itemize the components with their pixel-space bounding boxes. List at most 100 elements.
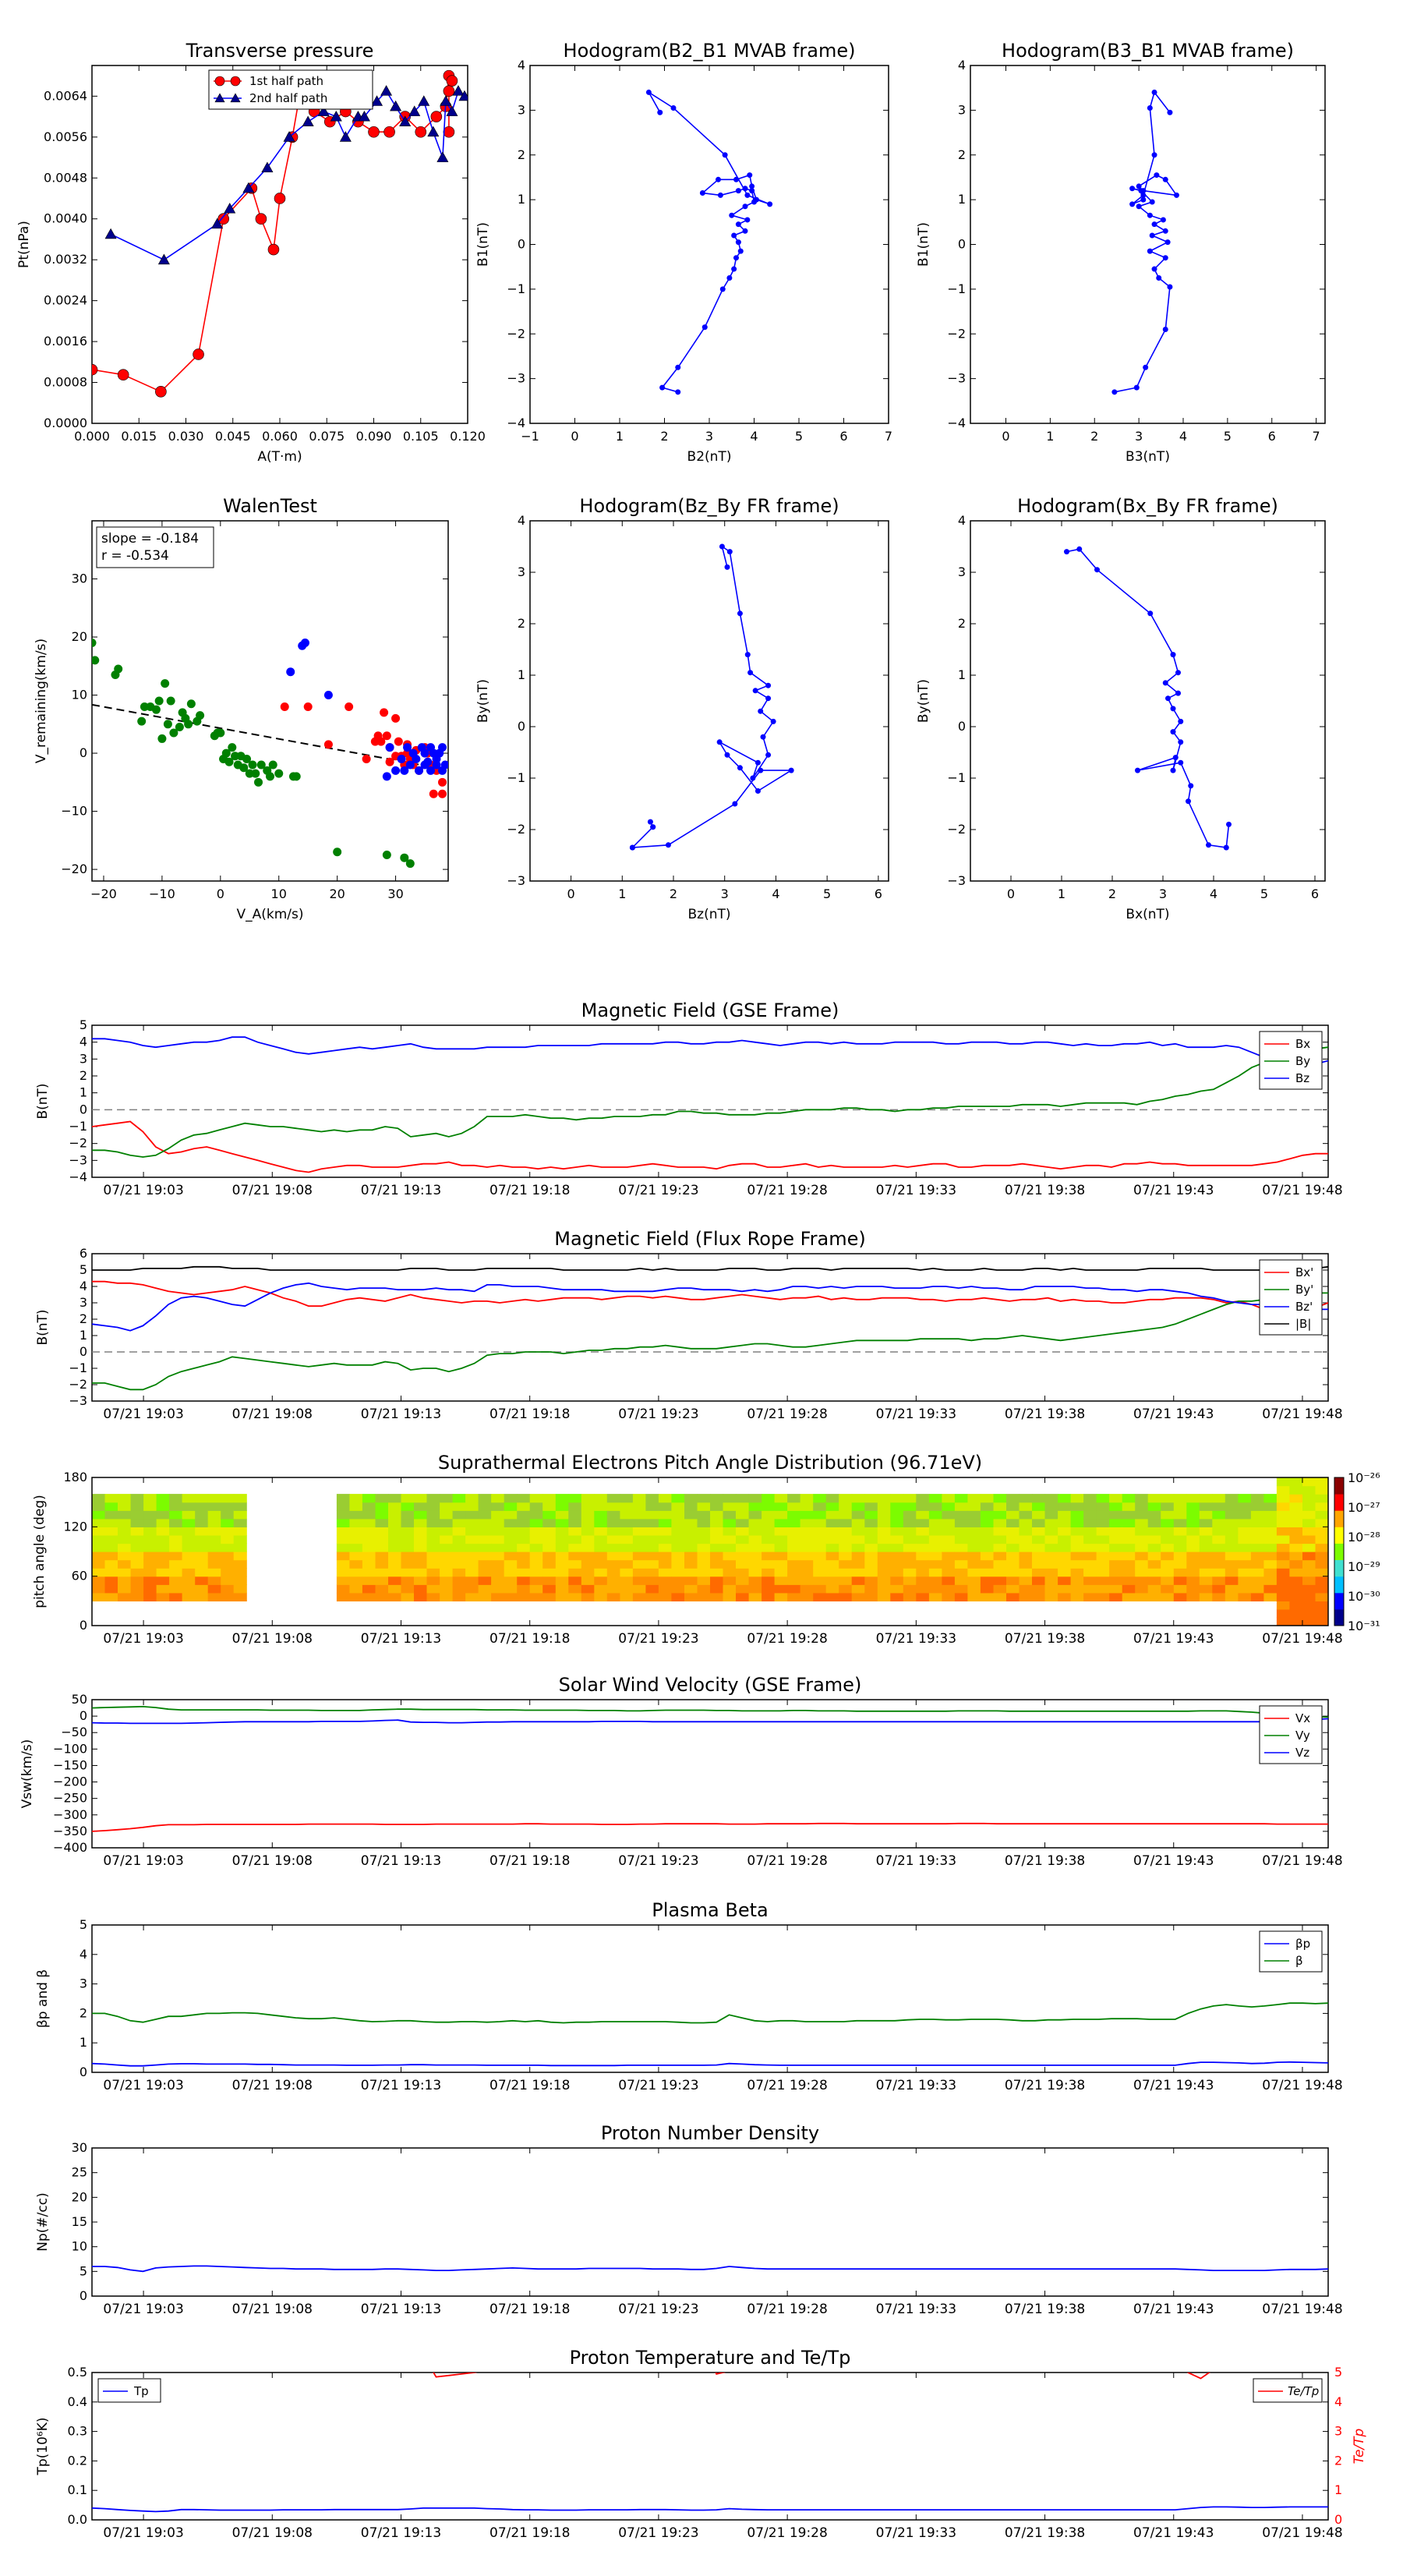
heatmap-cell	[221, 1552, 235, 1561]
heatmap-cell	[182, 1559, 196, 1569]
heatmap-cell	[800, 1527, 814, 1536]
heatmap-cell	[787, 1527, 801, 1536]
ytick-label: −1	[69, 1361, 87, 1375]
data-point	[1151, 221, 1157, 228]
time-tick-label: 07/21 19:18	[489, 1853, 570, 1869]
heatmap-cell	[658, 1559, 672, 1569]
heatmap-cell	[851, 1592, 865, 1601]
data-point	[333, 847, 342, 857]
heatmap-cell	[349, 1510, 363, 1520]
heatmap-cell	[1147, 1494, 1161, 1503]
ytick-label: −3	[947, 371, 966, 386]
heatmap-cell	[233, 1494, 247, 1503]
heatmap-cell	[465, 1568, 479, 1577]
heatmap-cell	[903, 1510, 917, 1520]
heatmap-cell	[774, 1592, 788, 1601]
heatmap-cell	[568, 1502, 582, 1511]
heatmap-cell	[504, 1584, 518, 1594]
heatmap-cell	[993, 1584, 1007, 1594]
data-point	[1147, 248, 1153, 254]
heatmap-cell	[632, 1592, 646, 1601]
heatmap-cell	[349, 1568, 363, 1577]
heatmap-cell	[1147, 1534, 1161, 1545]
heatmap-cell	[839, 1494, 853, 1503]
heatmap-cell	[1276, 1543, 1290, 1552]
heatmap-cell	[491, 1576, 505, 1585]
legend-label: Bz'	[1295, 1300, 1313, 1314]
heatmap-cell	[1199, 1559, 1213, 1569]
heatmap-cell	[877, 1568, 891, 1577]
y-axis-label: B1(nT)	[475, 222, 491, 267]
heatmap-cell	[1006, 1543, 1020, 1552]
heatmap-cell	[504, 1502, 518, 1511]
y2-axis-label: Te/Tp	[1352, 2428, 1367, 2464]
heatmap-cell	[529, 1527, 543, 1536]
heatmap-cell	[1186, 1584, 1200, 1594]
heatmap-cell	[967, 1592, 981, 1601]
heatmap-cell	[182, 1510, 196, 1520]
heatmap-cell	[362, 1502, 376, 1511]
data-point	[1136, 203, 1142, 210]
heatmap-cell	[594, 1494, 608, 1503]
heatmap-cell	[92, 1518, 106, 1527]
data-point	[760, 734, 766, 740]
heatmap-cell	[349, 1527, 363, 1536]
heatmap-cell	[1161, 1518, 1175, 1527]
heatmap-cell	[452, 1576, 466, 1585]
heatmap-cell	[903, 1568, 917, 1577]
heatmap-cell	[452, 1518, 466, 1527]
data-point	[1136, 183, 1142, 189]
ytick-label: 1	[958, 667, 966, 682]
heatmap-cell	[658, 1576, 672, 1585]
heatmap-cell	[1302, 1552, 1316, 1561]
heatmap-cell	[1070, 1552, 1084, 1561]
heatmap-cell	[658, 1584, 672, 1594]
heatmap-cell	[1173, 1576, 1187, 1585]
colorbar-label: 10⁻²⁸	[1348, 1530, 1380, 1545]
data-point	[1206, 842, 1211, 848]
heatmap-cell	[1058, 1552, 1072, 1561]
data-point	[702, 324, 708, 331]
heatmap-cell	[980, 1543, 994, 1552]
heatmap-cell	[555, 1559, 569, 1569]
time-tick-label: 07/21 19:28	[747, 2302, 827, 2317]
time-tick-label: 07/21 19:13	[361, 1853, 441, 1869]
heatmap-cell	[710, 1559, 724, 1569]
heatmap-cell	[568, 1518, 582, 1527]
ytick-label: −10	[61, 804, 87, 819]
data-point	[1149, 232, 1155, 239]
heatmap-cell	[1070, 1559, 1084, 1569]
heatmap-cell	[581, 1502, 595, 1511]
heatmap-cell	[1263, 1584, 1278, 1594]
xtick-label: −20	[90, 886, 117, 901]
data-point	[650, 824, 656, 830]
data-point	[1064, 549, 1069, 555]
heatmap-cell	[787, 1510, 801, 1520]
x-axis-label: B3(nT)	[1126, 449, 1170, 465]
heatmap-cell	[542, 1518, 557, 1527]
heatmap-cell	[375, 1552, 389, 1561]
heatmap-cell	[92, 1584, 106, 1594]
heatmap-cell	[104, 1510, 118, 1520]
data-point	[744, 217, 751, 223]
heatmap-cell	[349, 1534, 363, 1545]
heatmap-cell	[1135, 1527, 1149, 1536]
heatmap-cell	[336, 1502, 350, 1511]
heatmap-cell	[478, 1534, 492, 1545]
heatmap-cell	[465, 1576, 479, 1585]
heatmap-cell	[233, 1527, 247, 1536]
heatmap-cell	[375, 1534, 389, 1545]
heatmap-cell	[233, 1592, 247, 1601]
heatmap-cell	[762, 1592, 776, 1601]
data-point	[382, 850, 391, 859]
heatmap-cell	[967, 1543, 981, 1552]
heatmap-cell	[130, 1592, 144, 1601]
time-tick-label: 07/21 19:28	[747, 1853, 827, 1869]
xtick-label: 5	[1224, 429, 1232, 444]
heatmap-cell	[426, 1502, 440, 1511]
data-point	[719, 543, 725, 550]
ytick-label: 20	[72, 629, 87, 644]
xtick-label: 2	[1090, 429, 1098, 444]
chart-title: WalenTest	[223, 495, 317, 517]
heatmap-cell	[182, 1592, 196, 1601]
